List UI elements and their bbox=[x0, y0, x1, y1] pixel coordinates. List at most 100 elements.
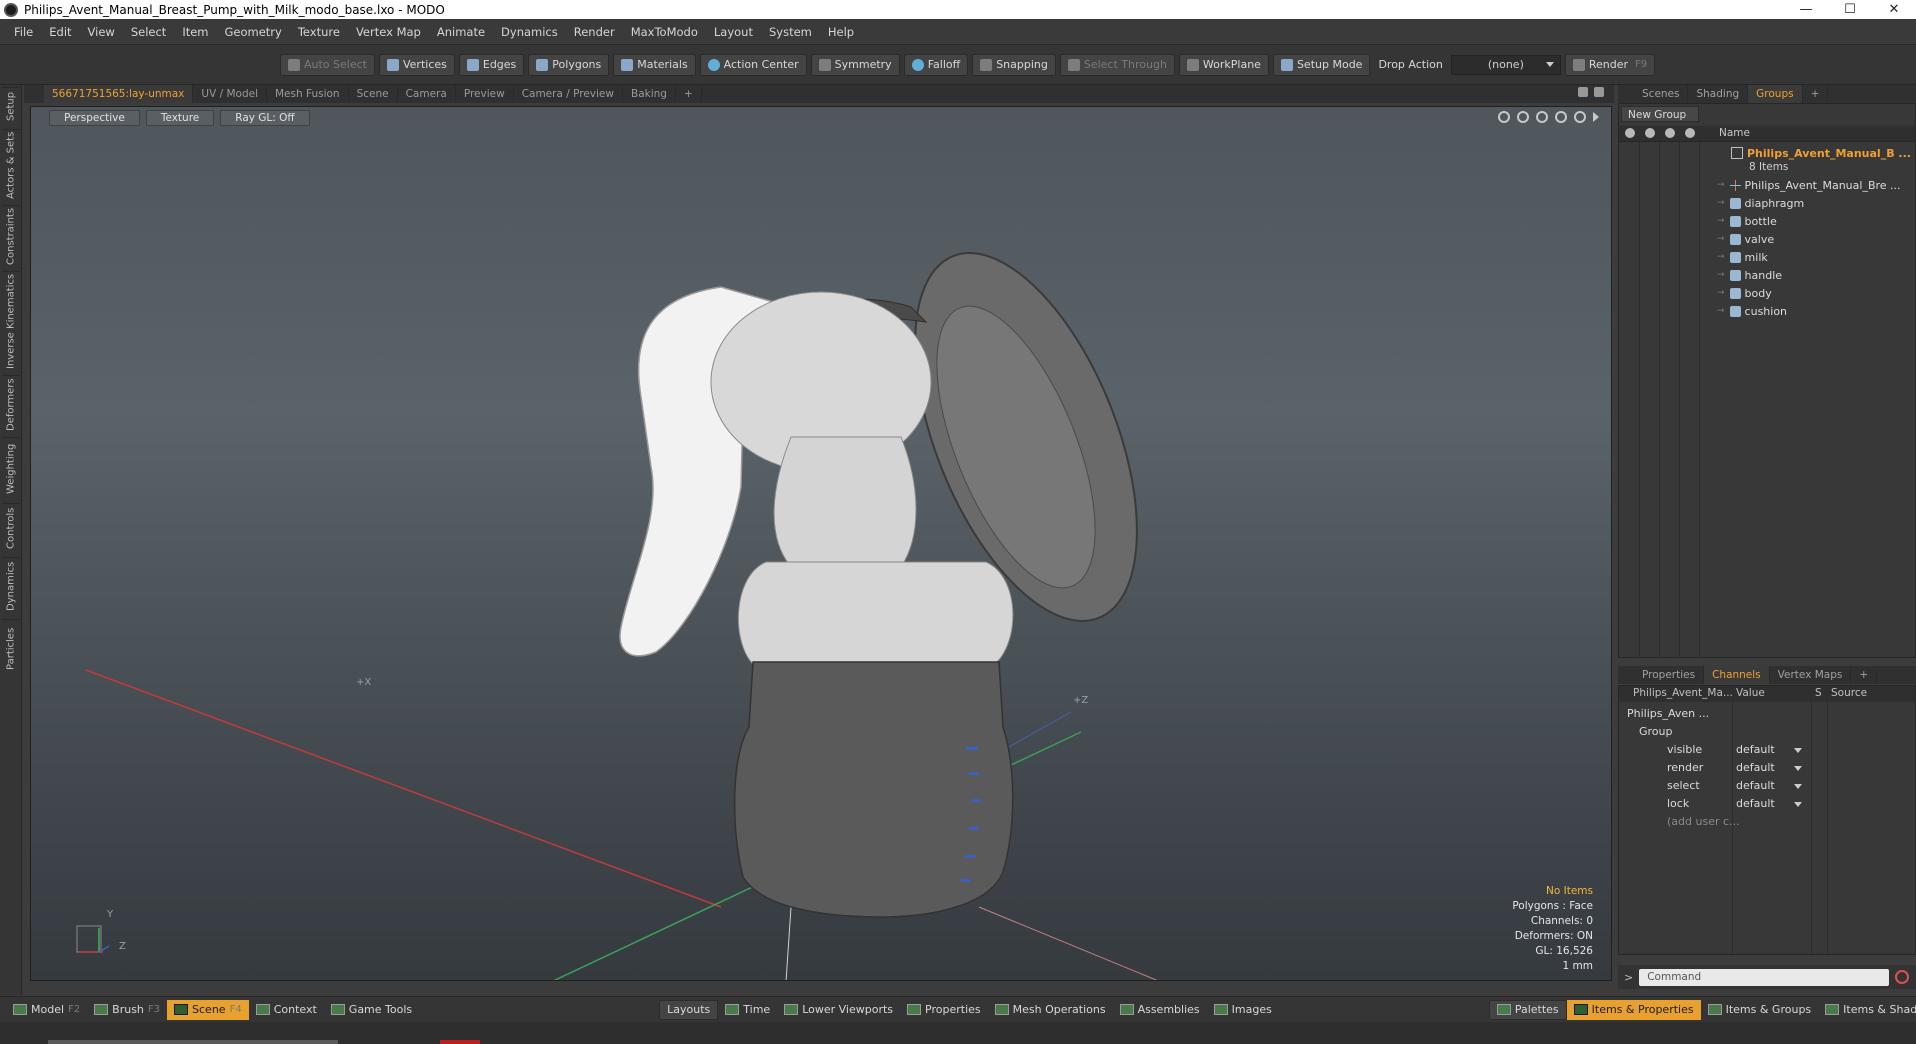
assemblies-button[interactable]: Assemblies bbox=[1113, 1000, 1207, 1020]
items-groups-button[interactable]: Items & Groups bbox=[1701, 1000, 1819, 1020]
vtab-setup[interactable]: Setup bbox=[2, 87, 20, 125]
channel-value[interactable]: default bbox=[1736, 743, 1775, 756]
polygons-button[interactable]: Polygons bbox=[528, 53, 610, 76]
tab-add[interactable]: + bbox=[1803, 85, 1829, 103]
channel-group-row[interactable]: Group bbox=[1619, 723, 1915, 741]
menu-system[interactable]: System bbox=[761, 25, 820, 39]
scene-layout-button[interactable]: Scene F4 bbox=[167, 999, 249, 1020]
vtab-actors-sets[interactable]: Actors & Sets bbox=[2, 129, 20, 201]
select-toggle-icon[interactable] bbox=[1685, 128, 1695, 138]
channel-value[interactable]: default bbox=[1736, 797, 1775, 810]
vtab-weighting[interactable]: Weighting bbox=[2, 437, 20, 499]
list-item[interactable]: → cushion bbox=[1717, 302, 1787, 320]
menu-edit[interactable]: Edit bbox=[41, 25, 79, 39]
select-through-button[interactable]: Select Through bbox=[1059, 53, 1175, 76]
vertices-button[interactable]: Vertices bbox=[378, 53, 455, 76]
tab-baking[interactable]: Baking bbox=[623, 85, 676, 103]
time-button[interactable]: Time bbox=[718, 1000, 777, 1020]
lower-viewports-button[interactable]: Lower Viewports bbox=[777, 1000, 900, 1020]
tab-camera-preview[interactable]: Camera / Preview bbox=[514, 85, 623, 103]
vtab-deformers[interactable]: Deformers bbox=[2, 375, 20, 433]
list-item[interactable]: → handle bbox=[1717, 266, 1782, 284]
menu-texture[interactable]: Texture bbox=[290, 25, 348, 39]
group-row[interactable]: Philips_Avent_Manual_B ... bbox=[1731, 144, 1911, 162]
menu-render[interactable]: Render bbox=[566, 25, 623, 39]
mesh-operations-button[interactable]: Mesh Operations bbox=[988, 1000, 1113, 1020]
menu-select[interactable]: Select bbox=[123, 25, 174, 39]
tab-scene[interactable]: Scene bbox=[349, 85, 398, 103]
gear-icon[interactable] bbox=[1574, 111, 1586, 123]
tab-channels[interactable]: Channels bbox=[1704, 666, 1770, 684]
setup-mode-button[interactable]: Setup Mode bbox=[1272, 53, 1371, 76]
vtab-constraints[interactable]: Constraints bbox=[2, 205, 20, 267]
snapping-button[interactable]: Snapping bbox=[972, 53, 1056, 76]
list-item[interactable]: → bottle bbox=[1717, 212, 1777, 230]
vtab-controls[interactable]: Controls bbox=[2, 503, 20, 553]
chevron-down-icon[interactable] bbox=[1794, 802, 1802, 807]
list-item[interactable]: → Philips_Avent_Manual_Bre ... bbox=[1717, 176, 1901, 194]
chevron-down-icon[interactable] bbox=[1794, 766, 1802, 771]
workplane-button[interactable]: WorkPlane bbox=[1178, 53, 1269, 76]
tab-preview[interactable]: Preview bbox=[456, 85, 514, 103]
channel-row-render[interactable]: render default bbox=[1619, 759, 1915, 777]
channel-row-select[interactable]: select default bbox=[1619, 777, 1915, 795]
menu-geometry[interactable]: Geometry bbox=[217, 25, 290, 39]
render-button[interactable]: Render F9 bbox=[1564, 53, 1656, 76]
chevron-right-icon[interactable] bbox=[1593, 112, 1599, 122]
tab-shading[interactable]: Shading bbox=[1688, 85, 1749, 103]
falloff-button[interactable]: Falloff bbox=[903, 53, 969, 76]
menu-maxtomodo[interactable]: MaxToModo bbox=[623, 25, 706, 39]
menu-layout[interactable]: Layout bbox=[706, 25, 761, 39]
command-input[interactable]: Command bbox=[1639, 968, 1890, 986]
render-toggle-icon[interactable] bbox=[1645, 128, 1655, 138]
add-user-channel-row[interactable]: (add user c... bbox=[1619, 813, 1915, 831]
layouts-button[interactable]: Layouts bbox=[659, 999, 719, 1020]
edges-button[interactable]: Edges bbox=[458, 53, 525, 76]
list-item[interactable]: → diaphragm bbox=[1717, 194, 1804, 212]
vtab-inverse-kinematics[interactable]: Inverse Kinematics bbox=[2, 271, 20, 371]
tab-camera[interactable]: Camera bbox=[398, 85, 456, 103]
visibility-icon[interactable] bbox=[1625, 128, 1635, 138]
tab-lay-unmax[interactable]: 56671751565:lay-unmax bbox=[44, 85, 194, 103]
game-tools-layout-button[interactable]: Game Tools bbox=[324, 1000, 419, 1020]
menu-dynamics[interactable]: Dynamics bbox=[493, 25, 566, 39]
symmetry-button[interactable]: Symmetry bbox=[810, 53, 900, 76]
tab-scenes[interactable]: Scenes bbox=[1634, 85, 1689, 103]
channel-value[interactable]: default bbox=[1736, 779, 1775, 792]
tab-add[interactable]: + bbox=[1851, 666, 1878, 684]
menu-vertex-map[interactable]: Vertex Map bbox=[348, 25, 429, 39]
channel-value[interactable]: default bbox=[1736, 761, 1775, 774]
properties-button[interactable]: Properties bbox=[900, 1000, 988, 1020]
stop-icon[interactable] bbox=[1895, 970, 1910, 984]
perspective-button[interactable]: Perspective bbox=[49, 110, 140, 126]
minimize-button[interactable]: — bbox=[1784, 0, 1828, 19]
channel-row-visible[interactable]: visible default bbox=[1619, 741, 1915, 759]
menu-animate[interactable]: Animate bbox=[429, 25, 493, 39]
menu-view[interactable]: View bbox=[80, 25, 123, 39]
new-group-button[interactable]: New Group bbox=[1621, 106, 1699, 122]
texture-button[interactable]: Texture bbox=[145, 110, 215, 126]
zoom-icon[interactable] bbox=[1536, 111, 1548, 123]
model-layout-button[interactable]: Model F2 bbox=[6, 1000, 87, 1020]
tab-add[interactable]: + bbox=[676, 85, 702, 103]
action-center-button[interactable]: Action Center bbox=[699, 53, 807, 76]
channel-root-row[interactable]: Philips_Aven ... bbox=[1619, 705, 1915, 723]
images-button[interactable]: Images bbox=[1207, 1000, 1279, 1020]
items-properties-button[interactable]: Items & Properties bbox=[1566, 999, 1701, 1020]
chevron-down-icon[interactable] bbox=[1794, 748, 1802, 753]
tab-vertex-maps[interactable]: Vertex Maps bbox=[1770, 666, 1852, 684]
items-shading-button[interactable]: Items & Shading bbox=[1818, 1000, 1916, 1020]
tab-uv-model[interactable]: UV / Model bbox=[193, 85, 267, 103]
gear-icon[interactable] bbox=[1594, 87, 1604, 97]
rotate-icon[interactable] bbox=[1517, 111, 1529, 123]
vtab-particles[interactable]: Particles bbox=[2, 619, 20, 677]
maximize-button[interactable]: ☐ bbox=[1828, 0, 1872, 19]
materials-button[interactable]: Materials bbox=[613, 53, 696, 76]
list-item[interactable]: → body bbox=[1717, 284, 1772, 302]
tab-groups[interactable]: Groups bbox=[1748, 85, 1803, 103]
pan-icon[interactable] bbox=[1498, 111, 1510, 123]
tab-properties[interactable]: Properties bbox=[1634, 666, 1705, 684]
auto-select-button[interactable]: Auto Select bbox=[280, 53, 375, 76]
menu-help[interactable]: Help bbox=[820, 25, 862, 39]
lock-icon[interactable] bbox=[1665, 128, 1675, 138]
